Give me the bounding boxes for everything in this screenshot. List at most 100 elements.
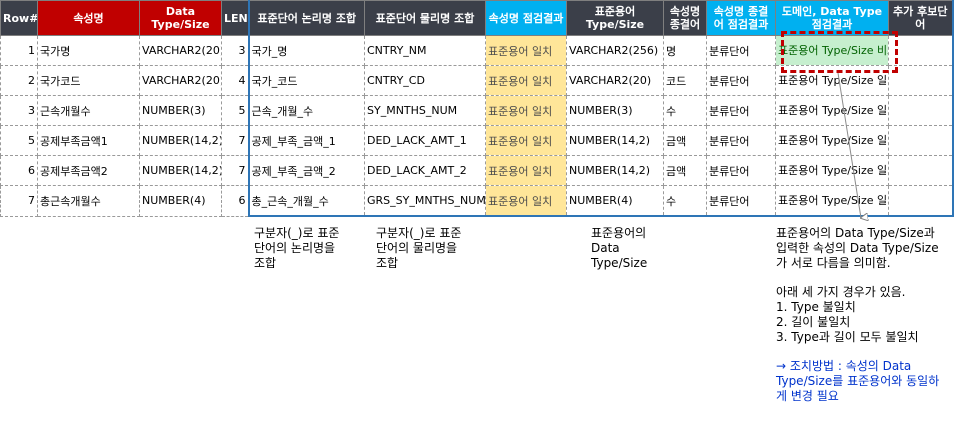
cell-data-type[interactable]: VARCHAR2(20) [139, 35, 222, 66]
cell-row-num[interactable]: 5 [0, 125, 38, 156]
header-data-type[interactable]: Data Type/Size [139, 0, 222, 36]
validation-table: Row# 속성명 Data Type/Size LEN 표준단어 논리명 조합 … [0, 0, 954, 217]
cell-attr-word[interactable]: 수 [663, 185, 707, 217]
cell-attr-word-check[interactable]: 분류단어 [706, 185, 776, 217]
header-attr-name[interactable]: 속성명 [37, 0, 140, 36]
note-case-1: 1. Type 불일치 [776, 300, 856, 314]
header-std-physical[interactable]: 표준단어 물리명 조합 [364, 0, 486, 36]
cell-candidate[interactable] [888, 95, 954, 126]
cell-std-physical[interactable]: CNTRY_CD [364, 65, 486, 96]
cell-data-type[interactable]: NUMBER(4) [139, 185, 222, 217]
cell-attr-check[interactable]: 표준용어 일치 [485, 65, 567, 96]
cell-data-type[interactable]: NUMBER(14,2) [139, 155, 222, 186]
cell-attr-word-check[interactable]: 분류단어 [706, 155, 776, 186]
cell-len[interactable]: 6 [221, 185, 249, 217]
cell-attr-word[interactable]: 금액 [663, 155, 707, 186]
header-candidate[interactable]: 추가 후보단어 [888, 0, 954, 36]
cell-attr-name[interactable]: 근속개월수 [37, 95, 140, 126]
cell-std-logical[interactable]: 공제_부족_금액_1 [247, 125, 365, 156]
note-case-2: 2. 길이 불일치 [776, 315, 851, 329]
header-row-num[interactable]: Row# [0, 0, 38, 36]
cell-std-logical[interactable]: 총_근속_개월_수 [247, 185, 365, 217]
cell-std-physical[interactable]: GRS_SY_MNTHS_NUM [364, 185, 486, 217]
cell-std-dtype[interactable]: NUMBER(14,2) [566, 155, 664, 186]
table-row: 6 공제부족금액2 NUMBER(14,2) 7 공제_부족_금액_2 DED_… [0, 155, 954, 186]
cell-attr-check[interactable]: 표준용어 일치 [485, 35, 567, 66]
cell-domain-check[interactable]: 표준용어 Type/Size 일치 [775, 65, 889, 96]
cell-len[interactable]: 3 [221, 35, 249, 66]
note-logical: 구분자(_)로 표준단어의 논리명을 조합 [254, 226, 340, 270]
table-row: 7 총근속개월수 NUMBER(4) 6 총_근속_개월_수 GRS_SY_MN… [0, 185, 954, 217]
cell-attr-word[interactable]: 명 [663, 35, 707, 66]
cell-attr-check[interactable]: 표준용어 일치 [485, 95, 567, 126]
cell-std-dtype[interactable]: VARCHAR2(256) [566, 35, 664, 66]
cell-candidate[interactable] [888, 155, 954, 186]
cell-data-type[interactable]: NUMBER(3) [139, 95, 222, 126]
table-row: 2 국가코드 VARCHAR2(20) 4 국가_코드 CNTRY_CD 표준용… [0, 65, 954, 96]
cell-attr-check[interactable]: 표준용어 일치 [485, 125, 567, 156]
cell-attr-name[interactable]: 공제부족금액1 [37, 125, 140, 156]
cell-row-num[interactable]: 2 [0, 65, 38, 96]
header-len[interactable]: LEN [221, 0, 249, 36]
cell-attr-word-check[interactable]: 분류단어 [706, 95, 776, 126]
cell-attr-word[interactable]: 금액 [663, 125, 707, 156]
table-row: 5 공제부족금액1 NUMBER(14,2) 7 공제_부족_금액_1 DED_… [0, 125, 954, 156]
cell-std-logical[interactable]: 근속_개월_수 [247, 95, 365, 126]
cell-attr-name[interactable]: 공제부족금액2 [37, 155, 140, 186]
cell-domain-check[interactable]: 표준용어 Type/Size 일치 [775, 185, 889, 217]
cell-data-type[interactable]: NUMBER(14,2) [139, 125, 222, 156]
cell-std-physical[interactable]: CNTRY_NM [364, 35, 486, 66]
header-std-logical[interactable]: 표준단어 논리명 조합 [247, 0, 365, 36]
cell-row-num[interactable]: 6 [0, 155, 38, 186]
note-mismatch: 표준용어의 Data Type/Size과 입력한 속성의 Data Type/… [776, 226, 946, 404]
cell-attr-name[interactable]: 총근속개월수 [37, 185, 140, 217]
table-row: 1 국가명 VARCHAR2(20) 3 국가_명 CNTRY_NM 표준용어 … [0, 35, 954, 66]
cell-candidate[interactable] [888, 65, 954, 96]
note-mismatch-intro: 표준용어의 Data Type/Size과 입력한 속성의 Data Type/… [776, 226, 939, 270]
cell-std-physical[interactable]: DED_LACK_AMT_1 [364, 125, 486, 156]
cell-domain-check[interactable]: 표준용어 Type/Size 일치 [775, 95, 889, 126]
cell-len[interactable]: 4 [221, 65, 249, 96]
cell-len[interactable]: 7 [221, 155, 249, 186]
cell-len[interactable]: 5 [221, 95, 249, 126]
cell-candidate[interactable] [888, 35, 954, 66]
cell-std-dtype[interactable]: NUMBER(3) [566, 95, 664, 126]
cell-std-physical[interactable]: DED_LACK_AMT_2 [364, 155, 486, 186]
cell-row-num[interactable]: 7 [0, 185, 38, 217]
header-attr-check[interactable]: 속성명 점검결과 [485, 0, 567, 36]
cell-attr-check[interactable]: 표준용어 일치 [485, 185, 567, 217]
cell-attr-word-check[interactable]: 분류단어 [706, 35, 776, 66]
cell-attr-name[interactable]: 국가명 [37, 35, 140, 66]
spreadsheet-sheet: Row# 속성명 Data Type/Size LEN 표준단어 논리명 조합 … [0, 0, 956, 440]
cell-std-logical[interactable]: 국가_명 [247, 35, 365, 66]
cell-row-num[interactable]: 1 [0, 35, 38, 66]
header-attr-word[interactable]: 속성명 종결어 [663, 0, 707, 36]
note-std-dtype: 표준용어의 Data Type/Size [591, 226, 648, 270]
header-attr-word-check[interactable]: 속성명 종결어 점검결과 [706, 0, 776, 36]
cell-domain-check[interactable]: 표준용어 Type/Size 비교 결과 길이 불일치 [775, 35, 889, 66]
note-physical: 구분자(_)로 표준단어의 물리명을 조합 [376, 226, 462, 270]
cell-attr-check[interactable]: 표준용어 일치 [485, 155, 567, 186]
cell-data-type[interactable]: VARCHAR2(20) [139, 65, 222, 96]
cell-attr-name[interactable]: 국가코드 [37, 65, 140, 96]
cell-attr-word[interactable]: 수 [663, 95, 707, 126]
table-row: 3 근속개월수 NUMBER(3) 5 근속_개월_수 SY_MNTHS_NUM… [0, 95, 954, 126]
cell-domain-check[interactable]: 표준용어 Type/Size 일치 [775, 125, 889, 156]
cell-candidate[interactable] [888, 185, 954, 217]
cell-std-physical[interactable]: SY_MNTHS_NUM [364, 95, 486, 126]
cell-std-dtype[interactable]: NUMBER(14,2) [566, 125, 664, 156]
cell-std-logical[interactable]: 공제_부족_금액_2 [247, 155, 365, 186]
cell-attr-word-check[interactable]: 분류단어 [706, 65, 776, 96]
cell-domain-check[interactable]: 표준용어 Type/Size 일치 [775, 155, 889, 186]
cell-row-num[interactable]: 3 [0, 95, 38, 126]
header-domain-check[interactable]: 도메인, Data Type 점검결과 [775, 0, 889, 36]
header-std-dtype[interactable]: 표준용어 Type/Size [566, 0, 664, 36]
cell-std-dtype[interactable]: VARCHAR2(20) [566, 65, 664, 96]
cell-len[interactable]: 7 [221, 125, 249, 156]
cell-attr-word-check[interactable]: 분류단어 [706, 125, 776, 156]
cell-std-logical[interactable]: 국가_코드 [247, 65, 365, 96]
cell-attr-word[interactable]: 코드 [663, 65, 707, 96]
cell-candidate[interactable] [888, 125, 954, 156]
header-row: Row# 속성명 Data Type/Size LEN 표준단어 논리명 조합 … [0, 0, 954, 36]
cell-std-dtype[interactable]: NUMBER(4) [566, 185, 664, 217]
